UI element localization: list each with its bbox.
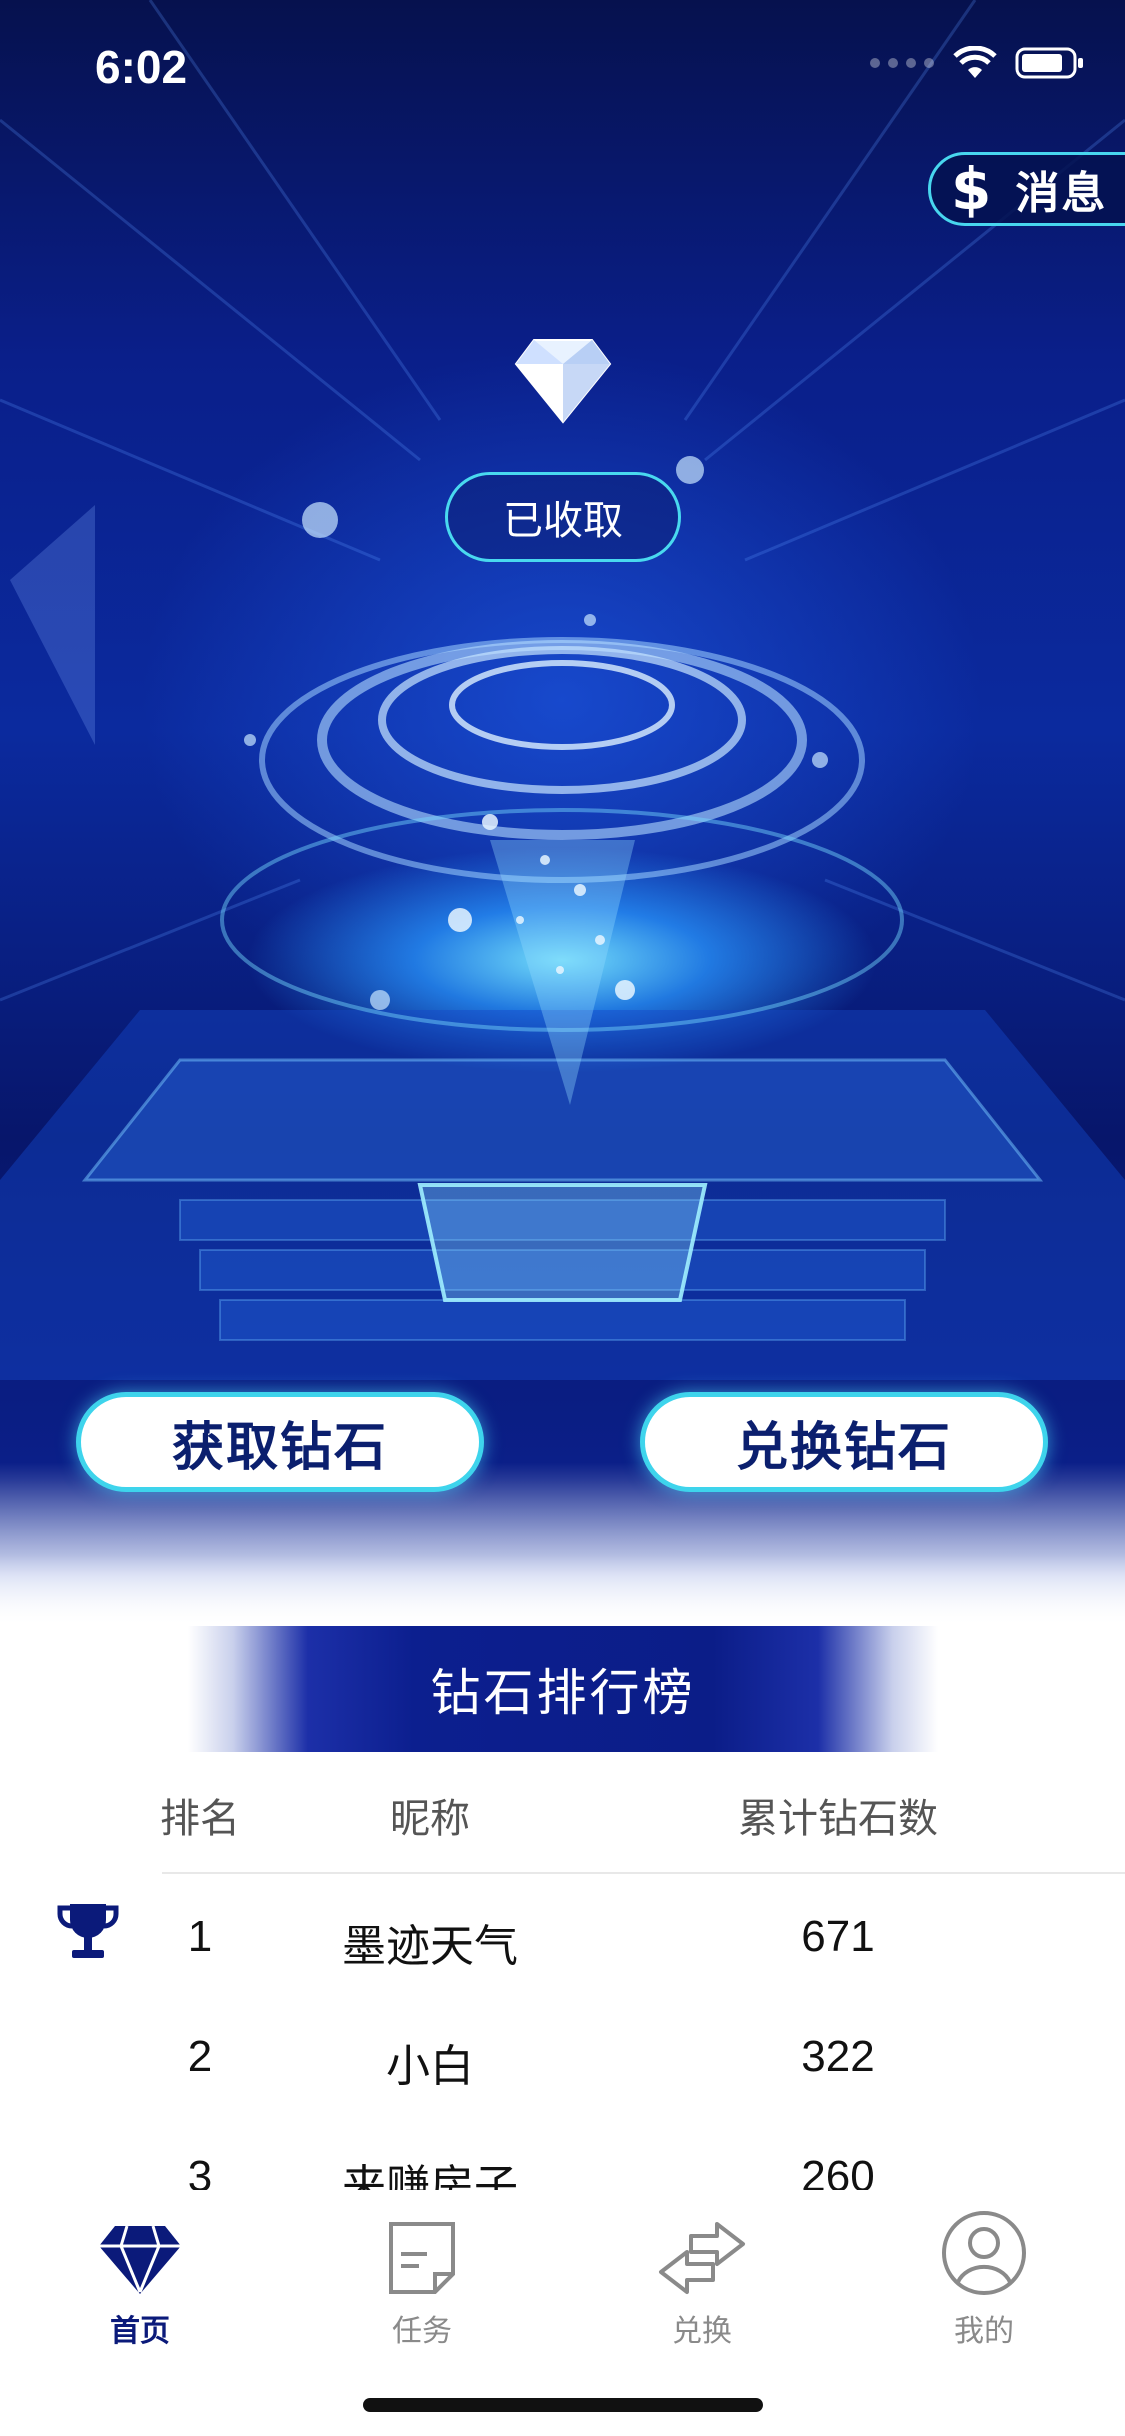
profile-icon bbox=[942, 2211, 1026, 2295]
hero-fade bbox=[0, 1480, 1125, 1625]
leaderboard-header: 钻石排行榜 bbox=[188, 1626, 938, 1752]
tab-tasks[interactable]: 任务 bbox=[322, 2200, 522, 2350]
nickname-cell: 小白 bbox=[386, 2041, 474, 2092]
diamond-count-cell: 260 bbox=[801, 2152, 875, 2190]
tab-tasks-label: 任务 bbox=[392, 2314, 452, 2349]
rank-cell: 2 bbox=[187, 2032, 213, 2081]
tab-home[interactable]: 首页 bbox=[40, 2200, 240, 2350]
portal-rings-illustration bbox=[220, 637, 904, 1105]
hero-background bbox=[0, 0, 1125, 1625]
column-header-diamond-total: 累计钻石数 bbox=[738, 1796, 938, 1842]
home-indicator[interactable] bbox=[363, 2398, 763, 2412]
column-header-nickname: 昵称 bbox=[390, 1796, 470, 1842]
rank-cell: 3 bbox=[187, 2152, 213, 2190]
collected-status-button[interactable]: 已收取 bbox=[445, 472, 681, 562]
document-icon bbox=[389, 2222, 455, 2294]
battery-icon bbox=[1015, 47, 1083, 79]
swap-arrows-icon bbox=[659, 2222, 745, 2294]
tab-exchange[interactable]: 兑换 bbox=[602, 2200, 802, 2350]
tab-profile-label: 我的 bbox=[954, 2314, 1014, 2349]
nickname-cell: 墨迹天气 bbox=[342, 1921, 518, 1972]
tab-exchange-label: 兑换 bbox=[672, 2314, 732, 2349]
tab-profile[interactable]: 我的 bbox=[884, 2200, 1084, 2350]
column-header-rank: 排名 bbox=[160, 1796, 240, 1842]
status-time: 6:02 bbox=[95, 41, 188, 93]
diamond-icon bbox=[514, 339, 612, 424]
signal-icon bbox=[870, 58, 934, 68]
leaderboard-list: 1 墨迹天气 671 2 小白 322 3 来赚房子 260 bbox=[0, 1880, 1125, 2190]
message-button[interactable]: $ 消息 bbox=[928, 152, 1125, 226]
rank-cell: 1 bbox=[187, 1912, 213, 1961]
tab-home-label: 首页 bbox=[110, 2314, 170, 2349]
get-diamonds-button[interactable]: 获取钻石 bbox=[76, 1392, 484, 1492]
leaderboard-title: 钻石排行榜 bbox=[430, 1664, 696, 1722]
diamond-count-cell: 322 bbox=[801, 2032, 875, 2081]
message-label: 消息 bbox=[1015, 168, 1108, 219]
diamond-count-cell: 671 bbox=[801, 1912, 875, 1961]
wifi-icon bbox=[953, 46, 997, 78]
dollar-icon: $ bbox=[951, 155, 992, 223]
header-divider bbox=[162, 1872, 1125, 1874]
diamond-icon bbox=[99, 2225, 181, 2294]
status-icons bbox=[869, 46, 1085, 80]
exchange-diamonds-button[interactable]: 兑换钻石 bbox=[640, 1392, 1048, 1492]
nickname-cell: 来赚房子 bbox=[342, 2161, 518, 2190]
